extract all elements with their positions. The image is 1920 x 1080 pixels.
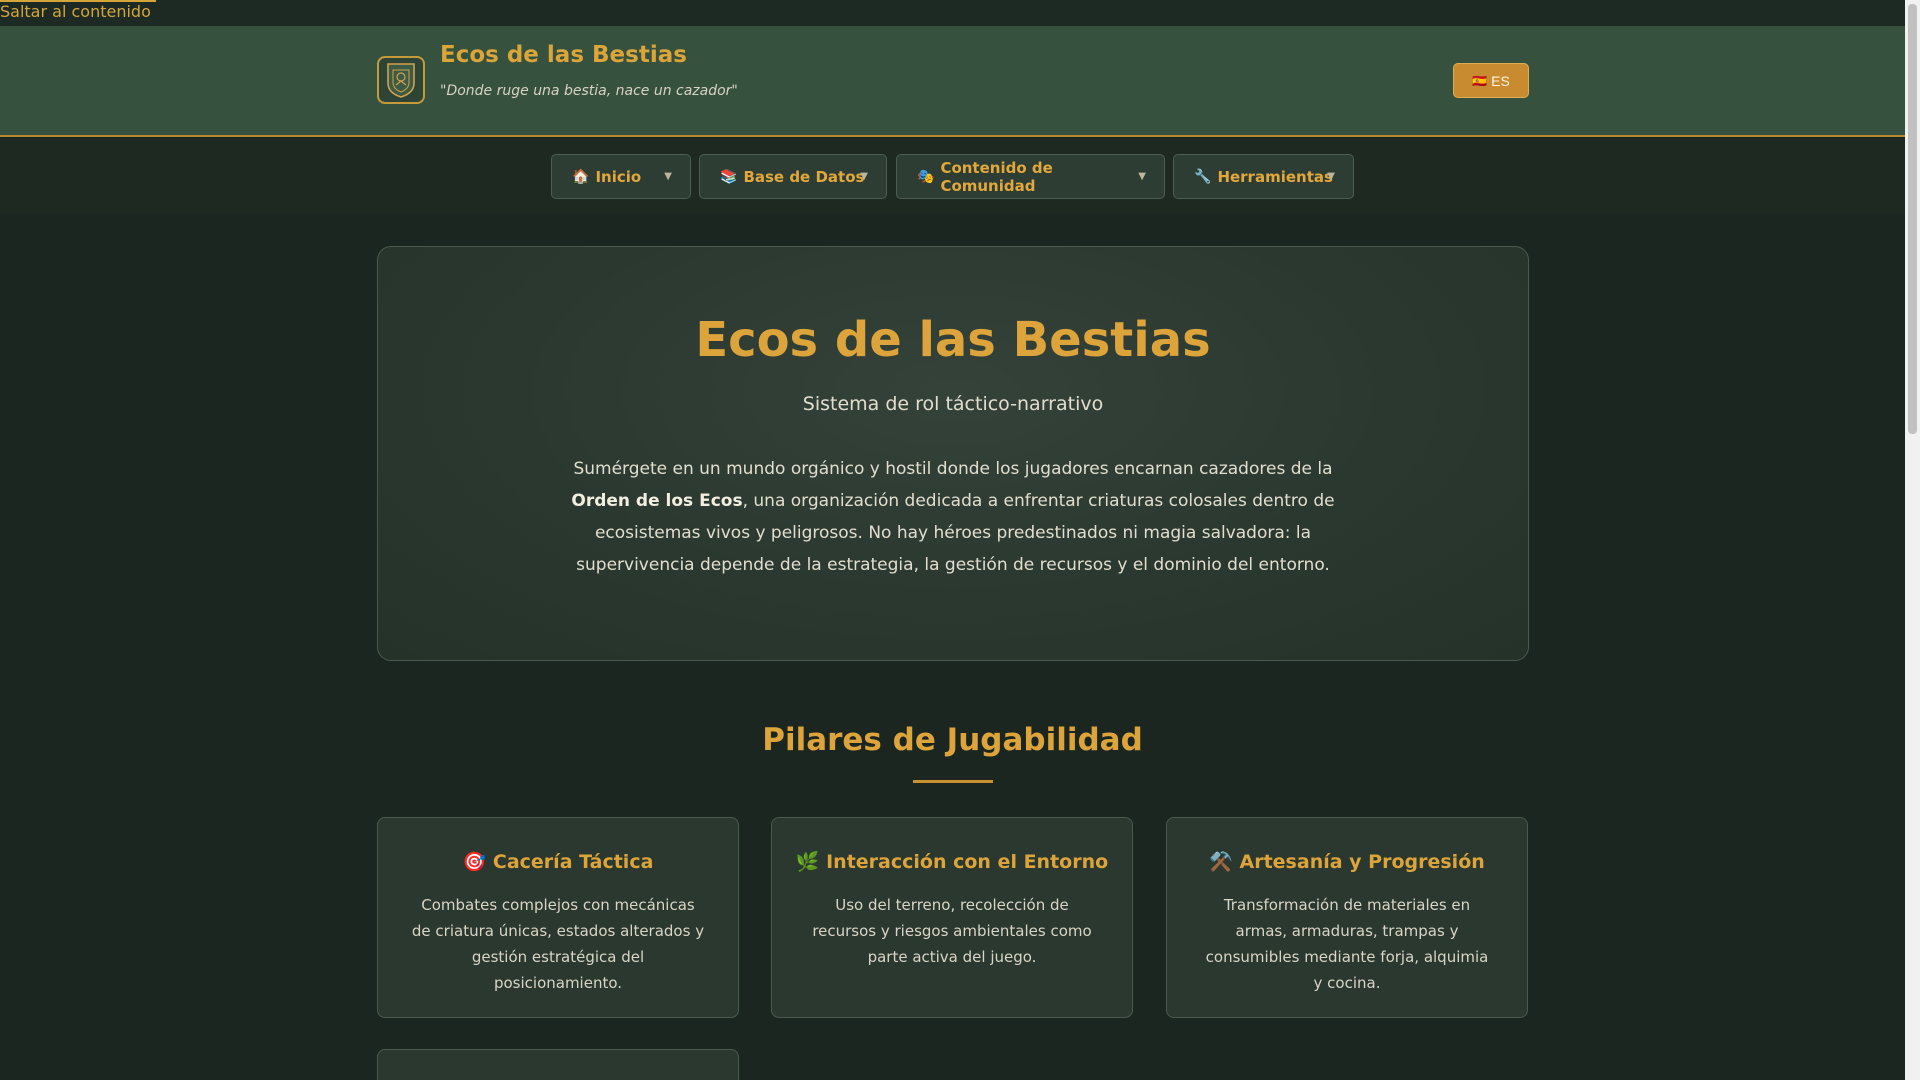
hero-description: Sumérgete en un mundo orgánico y hostil … bbox=[548, 453, 1358, 581]
hero-subtitle: Sistema de rol táctico-narrativo bbox=[802, 393, 1104, 415]
nav-item-herramientas[interactable]: 🔧 Herramientas ▼ bbox=[1173, 154, 1354, 199]
chevron-down-icon: ▼ bbox=[1138, 171, 1146, 182]
pillars-section-title: Pilares de Jugabilidad bbox=[762, 722, 1143, 758]
hero-title: Ecos de las Bestias bbox=[695, 312, 1211, 368]
chevron-down-icon: ▼ bbox=[1327, 171, 1335, 182]
nav-item-contenido-de-comunidad[interactable]: 🎭 Contenido de Comunidad ▼ bbox=[896, 154, 1165, 199]
language-button[interactable]: 🇪🇸 ES bbox=[1453, 63, 1529, 98]
hero-section: Ecos de las Bestias Sistema de rol tácti… bbox=[377, 246, 1529, 661]
pillar-card-caceria: 🎯 Cacería Táctica Combates complejos con… bbox=[377, 817, 739, 1018]
hammer-pick-icon: ⚒️ bbox=[1209, 851, 1233, 873]
site-tagline: "Donde ruge una bestia, nace un cazador" bbox=[440, 83, 738, 99]
site-logo[interactable] bbox=[377, 56, 425, 104]
pillar-card-desc: Transformación de materiales en armas, a… bbox=[1205, 896, 1489, 992]
pillar-card-entorno: 🌿 Interacción con el Entorno Uso del ter… bbox=[771, 817, 1133, 1018]
pillar-card-title: 🌿 Interacción con el Entorno bbox=[772, 850, 1132, 873]
site-title[interactable]: Ecos de las Bestias bbox=[440, 42, 687, 68]
pillar-card-title: ⚒️ Artesanía y Progresión bbox=[1167, 850, 1527, 873]
theater-masks-icon: 🎭 bbox=[917, 168, 935, 185]
nav-item-label: Base de Datos bbox=[743, 167, 865, 186]
nav-item-label: Inicio bbox=[595, 167, 642, 186]
home-icon: 🏠 bbox=[572, 168, 590, 185]
main-nav: 🏠 Inicio ▼ 📚 Base de Datos ▼ 🎭 Contenido… bbox=[0, 139, 1905, 214]
scrollbar-thumb[interactable] bbox=[1908, 4, 1917, 434]
pillar-card-title-text: Artesanía y Progresión bbox=[1239, 851, 1485, 873]
pillar-card-desc: Combates complejos con mecánicas de cria… bbox=[411, 896, 705, 992]
section-divider bbox=[913, 780, 993, 783]
pillar-card-title-text: Interacción con el Entorno bbox=[826, 851, 1109, 873]
pillar-card-artesania: ⚒️ Artesanía y Progresión Transformación… bbox=[1166, 817, 1528, 1018]
pillar-card-title-text: Cacería Táctica bbox=[492, 851, 654, 873]
books-icon: 📚 bbox=[720, 168, 738, 185]
pillar-card-desc: Uso del terreno, recolección de recursos… bbox=[812, 896, 1092, 966]
target-icon: 🎯 bbox=[462, 851, 487, 873]
nav-item-label: Herramientas bbox=[1217, 167, 1333, 186]
nav-item-label: Contenido de Comunidad bbox=[940, 158, 1053, 195]
wrench-icon: 🔧 bbox=[1194, 168, 1212, 185]
pillar-card-partial bbox=[377, 1049, 739, 1080]
pillar-card-title: 🎯 Cacería Táctica bbox=[378, 850, 738, 873]
nav-item-inicio[interactable]: 🏠 Inicio ▼ bbox=[551, 154, 691, 199]
top-bar bbox=[0, 0, 1905, 26]
spain-flag-icon: 🇪🇸 bbox=[1472, 73, 1488, 88]
chevron-down-icon: ▼ bbox=[664, 171, 672, 182]
leaf-icon: 🌿 bbox=[795, 851, 820, 873]
site-header: Ecos de las Bestias "Donde ruge una best… bbox=[0, 26, 1905, 137]
crest-icon bbox=[387, 63, 415, 98]
skip-to-content-link[interactable]: Saltar al contenido bbox=[0, 0, 151, 22]
language-label: ES bbox=[1491, 72, 1510, 89]
hero-desc-bold: Orden de los Ecos bbox=[571, 491, 743, 511]
chevron-down-icon: ▼ bbox=[860, 171, 868, 182]
nav-item-base-de-datos[interactable]: 📚 Base de Datos ▼ bbox=[699, 154, 887, 199]
hero-desc-pre: Sumérgete en un mundo orgánico y hostil … bbox=[573, 459, 1333, 479]
